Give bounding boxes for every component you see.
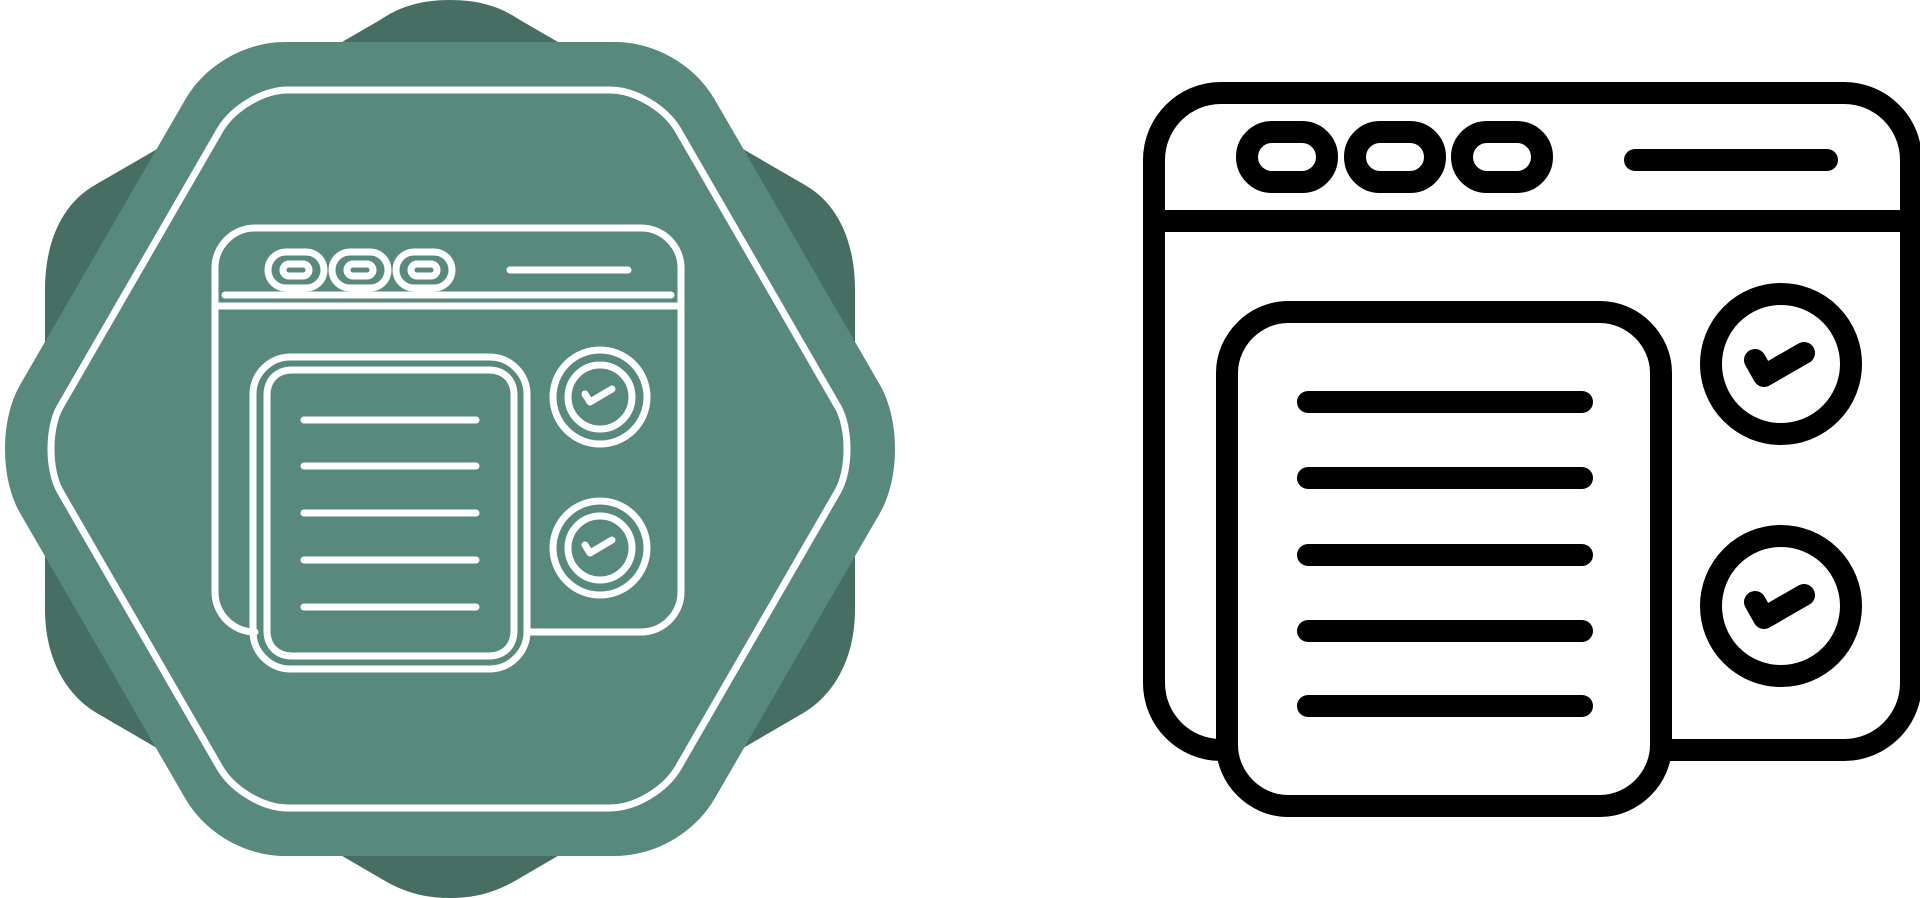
outline-browser-glyph — [1143, 82, 1920, 817]
browser-checklist-badge-icon — [0, 0, 900, 898]
icon-sheet — [0, 0, 1920, 898]
outline-window-button-1 — [1236, 121, 1338, 193]
outline-check-mark-2 — [1744, 584, 1815, 629]
outline-check-mark-1 — [1744, 342, 1815, 387]
outline-window-button-3 — [1451, 121, 1553, 193]
browser-checklist-outline-icon — [1140, 0, 1920, 898]
badge-svg — [5, 0, 895, 898]
outline-svg — [1143, 82, 1920, 817]
outline-window-button-2 — [1344, 121, 1446, 193]
